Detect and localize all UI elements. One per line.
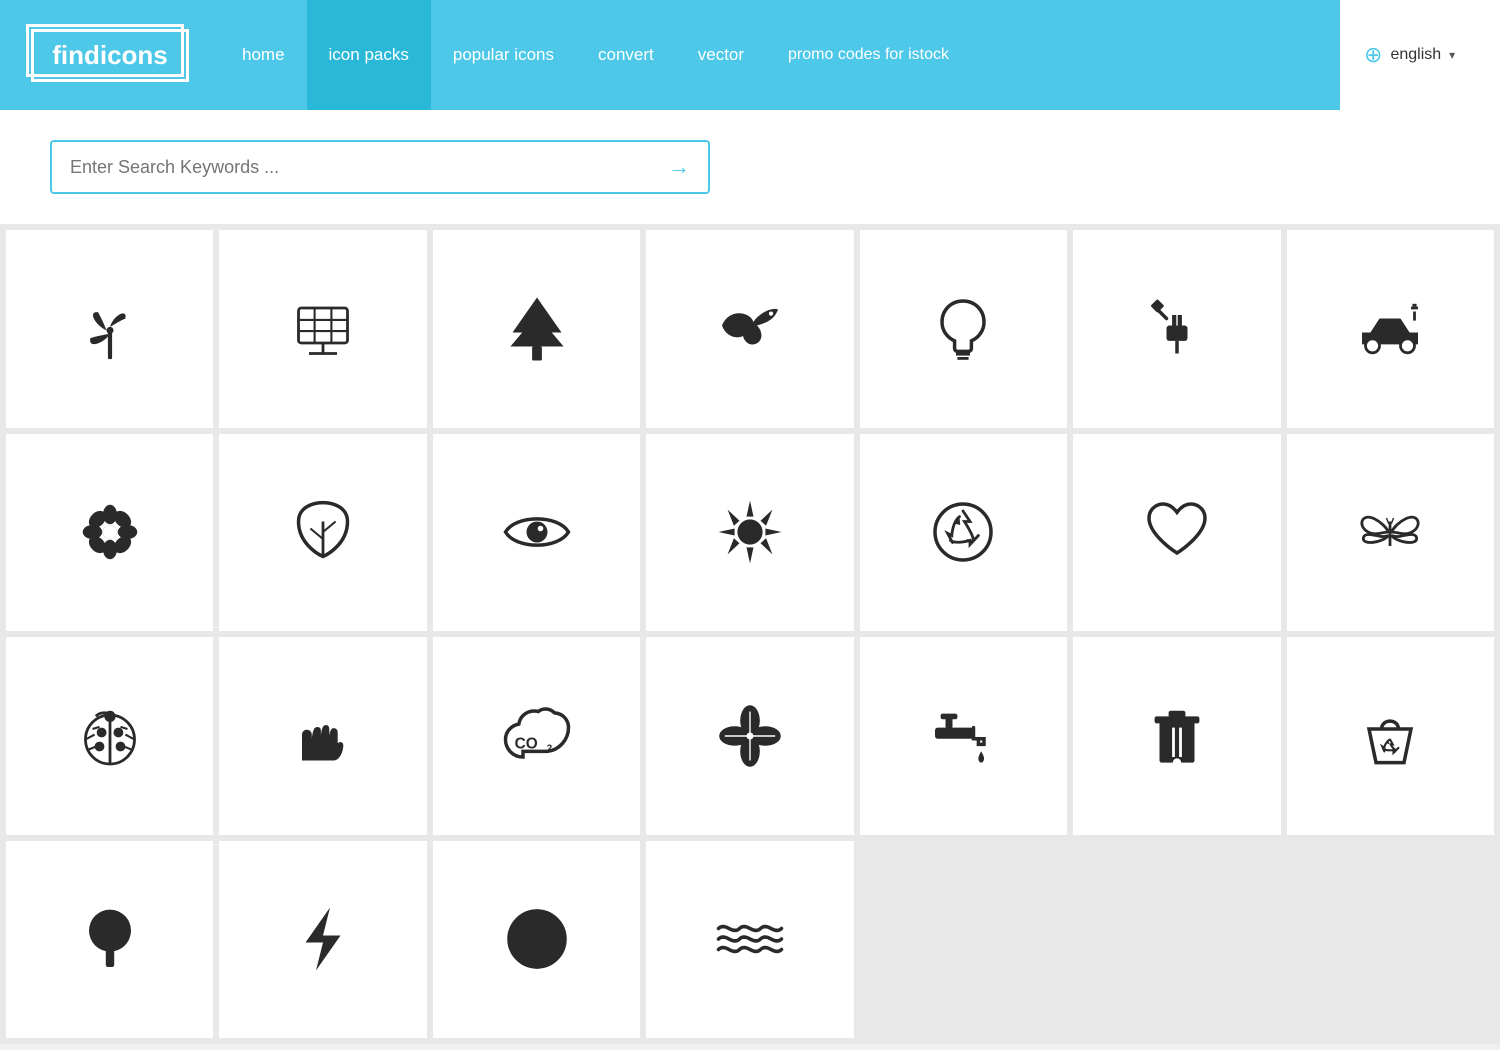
- icon-solar-panel[interactable]: [219, 230, 426, 428]
- icon-waves[interactable]: [646, 841, 853, 1039]
- nav-icon-packs[interactable]: icon packs: [307, 0, 431, 110]
- search-input[interactable]: [70, 157, 668, 178]
- logo-text: findicons: [52, 40, 168, 70]
- search-submit-icon[interactable]: →: [668, 154, 690, 180]
- icon-leaf[interactable]: [219, 434, 426, 632]
- icon-four-leaf[interactable]: [646, 637, 853, 835]
- icon-ladybug[interactable]: [6, 637, 213, 835]
- icon-grid-row1: CO 2: [0, 224, 1500, 841]
- icon-trash-bin[interactable]: [1073, 637, 1280, 835]
- icon-light-bulb[interactable]: [860, 230, 1067, 428]
- icon-lightning[interactable]: [219, 841, 426, 1039]
- search-section: →: [0, 110, 1500, 224]
- svg-text:2: 2: [546, 743, 552, 754]
- icon-wind-turbine[interactable]: [6, 230, 213, 428]
- icon-faucet[interactable]: [860, 637, 1067, 835]
- icon-tree[interactable]: [6, 841, 213, 1039]
- icon-butterfly[interactable]: [1287, 434, 1494, 632]
- empty-cell-1: [860, 841, 1067, 1039]
- language-selector[interactable]: ⊕ english ▾: [1340, 0, 1500, 110]
- main-nav: home icon packs popular icons convert ve…: [220, 0, 1340, 110]
- empty-cell-2: [1073, 841, 1280, 1039]
- icon-pine-tree[interactable]: [433, 230, 640, 428]
- icon-recycle[interactable]: [860, 434, 1067, 632]
- logo-box: findicons: [31, 29, 189, 82]
- icon-recycle-bag[interactable]: [1287, 637, 1494, 835]
- icon-grid-row4: [0, 841, 1500, 1045]
- language-label: english: [1390, 46, 1441, 64]
- nav-home[interactable]: home: [220, 0, 307, 110]
- icon-globe[interactable]: [433, 841, 640, 1039]
- globe-icon: ⊕: [1364, 42, 1382, 68]
- icon-flower[interactable]: [6, 434, 213, 632]
- icon-bird[interactable]: [646, 230, 853, 428]
- nav-convert[interactable]: convert: [576, 0, 676, 110]
- icon-eye[interactable]: [433, 434, 640, 632]
- icon-co2[interactable]: CO 2: [433, 637, 640, 835]
- nav-promo[interactable]: promo codes for istock: [766, 0, 1340, 110]
- logo-area[interactable]: findicons: [0, 0, 220, 110]
- icon-plug[interactable]: [1073, 230, 1280, 428]
- icon-heart[interactable]: [1073, 434, 1280, 632]
- icon-hand[interactable]: [219, 637, 426, 835]
- empty-cell-3: [1287, 841, 1494, 1039]
- icon-electric-car[interactable]: [1287, 230, 1494, 428]
- search-box: →: [50, 140, 710, 194]
- icon-sun[interactable]: [646, 434, 853, 632]
- chevron-down-icon: ▾: [1449, 48, 1455, 62]
- svg-text:CO: CO: [514, 735, 537, 752]
- nav-popular-icons[interactable]: popular icons: [431, 0, 576, 110]
- nav-vector[interactable]: vector: [676, 0, 766, 110]
